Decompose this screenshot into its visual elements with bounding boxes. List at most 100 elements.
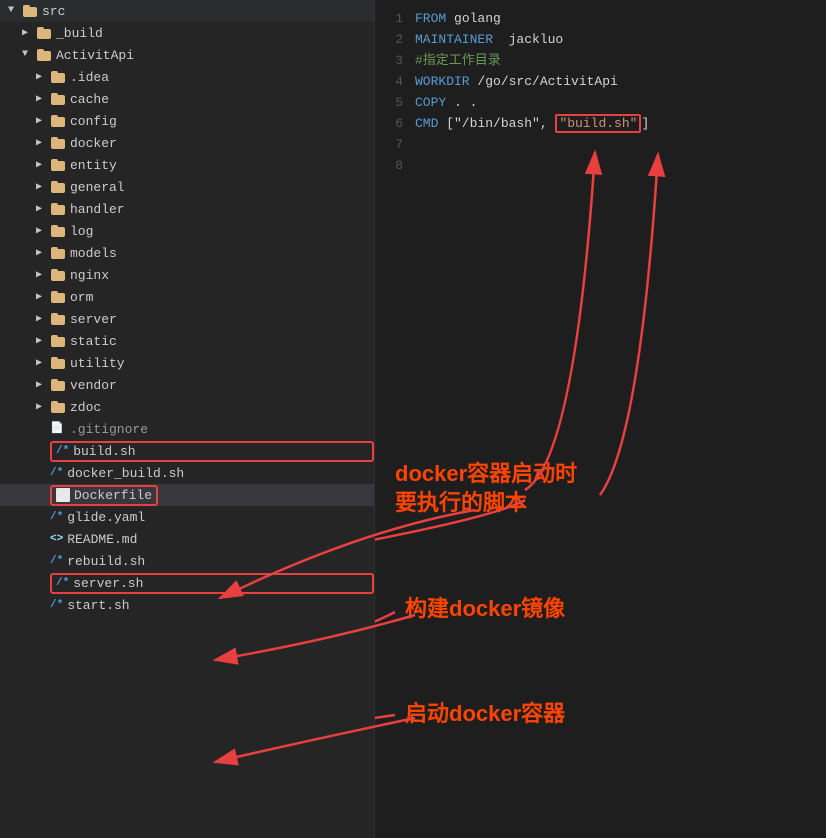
dockerfile-highlight-box: Dockerfile (50, 485, 158, 506)
folder-icon-src (22, 3, 38, 19)
tree-item-gitignore[interactable]: 📄 .gitignore (0, 418, 374, 440)
file-icon-dockerfile (56, 488, 70, 502)
tree-item-build-sh[interactable]: /* build.sh (0, 440, 374, 462)
tree-item-readme[interactable]: <> README.md (0, 528, 374, 550)
tree-item-utility[interactable]: utility (0, 352, 374, 374)
label-gitignore: .gitignore (70, 422, 148, 437)
tree-item-nginx[interactable]: nginx (0, 264, 374, 286)
folder-icon-utility (50, 355, 66, 371)
tree-item-server[interactable]: server (0, 308, 374, 330)
folder-icon-zdoc (50, 399, 66, 415)
code-line-7: CMD ["/bin/bash", "build.sh"] (415, 113, 826, 134)
folder-arrow-handler (36, 203, 48, 215)
folder-icon-entity (50, 157, 66, 173)
code-line-1: FROM golang (415, 8, 826, 29)
tree-item-static[interactable]: static (0, 330, 374, 352)
folder-arrow-docker (36, 137, 48, 149)
label-orm: orm (70, 290, 93, 305)
tree-item-log[interactable]: log (0, 220, 374, 242)
tree-item-start-sh[interactable]: /* start.sh (0, 594, 374, 616)
tree-item-vendor[interactable]: vendor (0, 374, 374, 396)
folder-arrow-nginx (36, 269, 48, 281)
angle-icon-readme: <> (50, 533, 63, 545)
folder-arrow-orm (36, 291, 48, 303)
label-static: static (70, 334, 117, 349)
label-glide-yaml: glide.yaml (67, 510, 145, 525)
tree-item-general[interactable]: general (0, 176, 374, 198)
code-content: FROM golang MAINTAINER jackluo #指定工作目录 W… (411, 0, 826, 838)
tree-item-handler[interactable]: handler (0, 198, 374, 220)
folder-icon-config (50, 113, 66, 129)
folder-icon-log (50, 223, 66, 239)
code-line-2: MAINTAINER jackluo (415, 29, 826, 50)
label-general: general (70, 180, 125, 195)
label-server-sh: server.sh (73, 576, 143, 591)
folder-arrow-cache (36, 93, 48, 105)
folder-arrow-build (22, 27, 34, 39)
tree-item-docker[interactable]: docker (0, 132, 374, 154)
tree-item-rebuild-sh[interactable]: /* rebuild.sh (0, 550, 374, 572)
label-vendor: vendor (70, 378, 117, 393)
folder-arrow-server (36, 313, 48, 325)
sh-icon-rebuild: /* (50, 555, 63, 567)
label-handler: handler (70, 202, 125, 217)
label-docker-build-sh: docker_build.sh (67, 466, 184, 481)
folder-icon-activitapi (36, 47, 52, 63)
label-build: _build (56, 26, 103, 41)
tree-item-idea[interactable]: .idea (0, 66, 374, 88)
folder-icon-handler (50, 201, 66, 217)
label-src: src (42, 4, 65, 19)
folder-arrow-activitapi (22, 49, 34, 61)
sh-icon-server: /* (56, 577, 69, 589)
tree-item-config[interactable]: config (0, 110, 374, 132)
folder-icon-server (50, 311, 66, 327)
tree-item-models[interactable]: models (0, 242, 374, 264)
folder-arrow-vendor (36, 379, 48, 391)
tree-item-orm[interactable]: orm (0, 286, 374, 308)
folder-arrow-log (36, 225, 48, 237)
tree-item-build[interactable]: _build (0, 22, 374, 44)
label-config: config (70, 114, 117, 129)
folder-icon-models (50, 245, 66, 261)
tree-item-entity[interactable]: entity (0, 154, 374, 176)
folder-arrow-zdoc (36, 401, 48, 413)
folder-icon-orm (50, 289, 66, 305)
tree-item-glide-yaml[interactable]: /* glide.yaml (0, 506, 374, 528)
tree-item-activitapi[interactable]: ActivitApi (0, 44, 374, 66)
tree-item-src[interactable]: src (0, 0, 374, 22)
folder-arrow-general (36, 181, 48, 193)
sh-icon-docker-build: /* (50, 467, 63, 479)
tree-item-dockerfile[interactable]: Dockerfile (0, 484, 374, 506)
folder-arrow-static (36, 335, 48, 347)
label-dockerfile: Dockerfile (74, 488, 152, 503)
label-readme: README.md (67, 532, 137, 547)
label-cache: cache (70, 92, 109, 107)
code-editor: 1 2 3 4 5 6 7 8 FROM golang MAINTAINER j… (375, 0, 826, 838)
sh-icon-build: /* (56, 445, 69, 457)
label-activitapi: ActivitApi (56, 48, 134, 63)
folder-arrow-src (8, 5, 20, 17)
tree-item-server-sh[interactable]: /* server.sh (0, 572, 374, 594)
code-line-5: COPY . . (415, 92, 826, 113)
line-numbers: 1 2 3 4 5 6 7 8 (375, 0, 411, 838)
tree-item-zdoc[interactable]: zdoc (0, 396, 374, 418)
label-zdoc: zdoc (70, 400, 101, 415)
sh-icon-start: /* (50, 599, 63, 611)
tree-item-docker-build-sh[interactable]: /* docker_build.sh (0, 462, 374, 484)
code-line-3: #指定工作目录 (415, 50, 826, 71)
code-line-4: WORKDIR /go/src/ActivitApi (415, 71, 826, 92)
label-start-sh: start.sh (67, 598, 129, 613)
folder-arrow-idea (36, 71, 48, 83)
folder-arrow-config (36, 115, 48, 127)
tree-item-cache[interactable]: cache (0, 88, 374, 110)
label-build-sh: build.sh (73, 444, 135, 459)
sh-icon-glide: /* (50, 511, 63, 523)
label-models: models (70, 246, 117, 261)
file-icon-gitignore: 📄 (50, 421, 66, 437)
folder-icon-cache (50, 91, 66, 107)
label-utility: utility (70, 356, 125, 371)
label-server: server (70, 312, 117, 327)
folder-icon-nginx (50, 267, 66, 283)
label-rebuild-sh: rebuild.sh (67, 554, 145, 569)
folder-icon-idea (50, 69, 66, 85)
